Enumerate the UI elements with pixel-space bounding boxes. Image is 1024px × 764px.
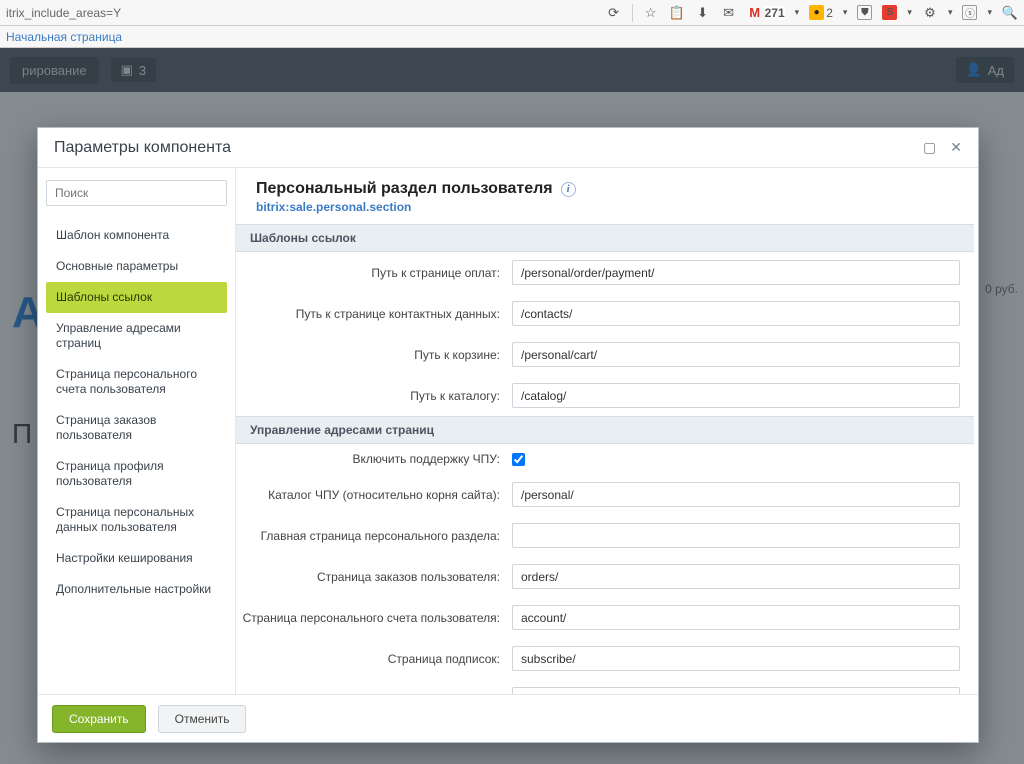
dialog-sidebar: Шаблон компонента Основные параметры Шаб…	[38, 168, 236, 694]
nav-additional[interactable]: Дополнительные настройки	[46, 574, 227, 605]
nav-caching[interactable]: Настройки кеширования	[46, 543, 227, 574]
bookmarks-bar: Начальная страница	[0, 26, 1024, 48]
cancel-button[interactable]: Отменить	[158, 705, 247, 733]
input-subscribe-page[interactable]	[512, 646, 960, 671]
puzzle-icon[interactable]: ⚙	[922, 5, 938, 21]
row-orders-page: Страница заказов пользователя:	[236, 556, 974, 597]
row-main-page: Главная страница персонального раздела:	[236, 515, 974, 556]
browser-toolbar: itrix_include_areas=Y ⟳ ☆ 📋 ⬇ ✉ M271 ▾ ●…	[0, 0, 1024, 26]
dropdown-icon[interactable]: ▾	[948, 7, 953, 18]
nav-main-params[interactable]: Основные параметры	[46, 251, 227, 282]
maximize-icon[interactable]: ▢	[923, 139, 936, 156]
download-icon[interactable]: ⬇	[695, 5, 711, 21]
star-icon[interactable]: ☆	[643, 5, 659, 21]
content-header: Персональный раздел пользователя i bitri…	[236, 168, 978, 224]
dropdown-icon[interactable]: ▾	[795, 7, 800, 18]
row-contacts: Путь к странице контактных данных:	[236, 293, 974, 334]
mail-icon[interactable]: ✉	[721, 5, 737, 21]
search-icon[interactable]: 🔍	[1002, 5, 1018, 21]
dialog-body: Шаблон компонента Основные параметры Шаб…	[38, 168, 978, 694]
input-account-page[interactable]	[512, 605, 960, 630]
input-main-page[interactable]	[512, 523, 960, 548]
checkbox-sef[interactable]	[512, 453, 525, 466]
input-cart[interactable]	[512, 342, 960, 367]
section-link-templates: Шаблоны ссылок	[236, 224, 974, 252]
page-backdrop: рирование ▣ 3 👤 Ад А П 0 руб. Параметры …	[0, 48, 1024, 764]
dropdown-icon[interactable]: ▾	[907, 7, 912, 18]
toolbar-icons: ⟳ ☆ 📋 ⬇ ✉ M271 ▾ ●2 ▾ ⛊ S ▾ ⚙ ▾ ⓢ ▾ 🔍	[606, 4, 1018, 22]
label-cart: Путь к корзине:	[236, 348, 512, 362]
input-contacts[interactable]	[512, 301, 960, 326]
dropdown-icon[interactable]: ▾	[987, 7, 992, 18]
url-fragment: itrix_include_areas=Y	[6, 6, 121, 20]
nav-orders-page[interactable]: Страница заказов пользователя	[46, 405, 227, 451]
row-subscribe-page: Страница подписок:	[236, 638, 974, 679]
dialog-titlebar: Параметры компонента ▢ ✕	[38, 128, 978, 168]
bookmark-home[interactable]: Начальная страница	[6, 30, 122, 44]
component-title: Персональный раздел пользователя i	[256, 180, 958, 198]
component-code[interactable]: bitrix:sale.personal.section	[256, 200, 958, 214]
search-input[interactable]	[46, 180, 227, 206]
dropdown-icon[interactable]: ▾	[843, 7, 848, 18]
row-sef: Включить поддержку ЧПУ:	[236, 444, 974, 474]
close-icon[interactable]: ✕	[950, 139, 962, 156]
clipboard-icon[interactable]: 📋	[669, 5, 685, 21]
label-orders-page: Страница заказов пользователя:	[236, 570, 512, 584]
info-icon[interactable]: i	[561, 182, 576, 197]
row-account-page: Страница персонального счета пользовател…	[236, 597, 974, 638]
nav-url-management[interactable]: Управление адресами страниц	[46, 313, 227, 359]
nav-template[interactable]: Шаблон компонента	[46, 220, 227, 251]
section-url-management: Управление адресами страниц	[236, 416, 974, 444]
input-orders-page[interactable]	[512, 564, 960, 589]
nav-profile-page[interactable]: Страница профиля пользователя	[46, 451, 227, 497]
input-catalog[interactable]	[512, 383, 960, 408]
nav-personal-data-page[interactable]: Страница персональных данных пользовател…	[46, 497, 227, 543]
label-subscribe-page: Страница подписок:	[236, 652, 512, 666]
label-contacts: Путь к странице контактных данных:	[236, 307, 512, 321]
form-scroll[interactable]: Шаблоны ссылок Путь к странице оплат: Пу…	[236, 224, 978, 694]
input-payment[interactable]	[512, 260, 960, 285]
label-account-page: Страница персонального счета пользовател…	[236, 611, 512, 625]
component-params-dialog: Параметры компонента ▢ ✕ Шаблон компонен…	[37, 127, 979, 743]
label-payment: Путь к странице оплат:	[236, 266, 512, 280]
row-payment: Путь к странице оплат:	[236, 252, 974, 293]
row-sef-folder: Каталог ЧПУ (относительно корня сайта):	[236, 474, 974, 515]
dialog-content: Персональный раздел пользователя i bitri…	[236, 168, 978, 694]
label-sef-folder: Каталог ЧПУ (относительно корня сайта):	[236, 488, 512, 502]
nav-list: Шаблон компонента Основные параметры Шаб…	[46, 220, 227, 605]
dialog-title: Параметры компонента	[54, 139, 231, 157]
label-main-page: Главная страница персонального раздела:	[236, 529, 512, 543]
row-catalog: Путь к каталогу:	[236, 375, 974, 416]
circle-s-icon[interactable]: ⓢ	[962, 5, 977, 20]
reload-icon[interactable]: ⟳	[606, 5, 622, 21]
label-catalog: Путь к каталогу:	[236, 389, 512, 403]
dialog-footer: Сохранить Отменить	[38, 694, 978, 742]
gmail-badge[interactable]: M271	[747, 5, 785, 21]
input-partial[interactable]	[512, 687, 960, 694]
nav-link-templates[interactable]: Шаблоны ссылок	[46, 282, 227, 313]
shield-icon[interactable]: ⛊	[857, 5, 872, 20]
separator	[632, 4, 633, 22]
label-sef: Включить поддержку ЧПУ:	[236, 452, 512, 466]
save-button[interactable]: Сохранить	[52, 705, 146, 733]
notif-badge[interactable]: ●2	[809, 5, 833, 20]
nav-account-page[interactable]: Страница персонального счета пользовател…	[46, 359, 227, 405]
s-extension-icon[interactable]: S	[882, 5, 897, 20]
row-cart: Путь к корзине:	[236, 334, 974, 375]
row-next-partial	[236, 679, 974, 694]
input-sef-folder[interactable]	[512, 482, 960, 507]
